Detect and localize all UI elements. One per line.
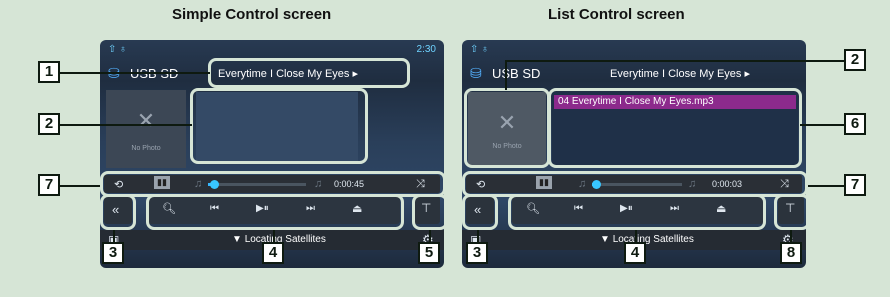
highlight-album-art bbox=[464, 88, 550, 168]
callout-4: 4 bbox=[262, 242, 284, 264]
highlight-text-scroll bbox=[774, 194, 810, 230]
simple-control-heading: Simple Control screen bbox=[172, 6, 332, 23]
source-label[interactable]: USB SD bbox=[492, 66, 540, 81]
callout-7: 7 bbox=[38, 174, 60, 196]
highlight-file-list bbox=[548, 88, 802, 168]
leader-line bbox=[505, 60, 845, 62]
leader-line bbox=[635, 230, 637, 242]
leader-line bbox=[477, 230, 479, 242]
highlight-collapse bbox=[462, 194, 498, 230]
album-art: ✕ No Photo bbox=[106, 90, 186, 168]
callout-1: 1 bbox=[38, 61, 60, 83]
leader-line bbox=[808, 185, 844, 187]
clock: 2:30 bbox=[416, 44, 436, 55]
callout-7: 7 bbox=[844, 174, 866, 196]
callout-8: 8 bbox=[780, 242, 802, 264]
no-photo-label: No Photo bbox=[131, 145, 161, 152]
leader-line bbox=[429, 230, 431, 242]
callout-2: 2 bbox=[844, 49, 866, 71]
status-bar: ⇧ ♁ 2:30 bbox=[100, 40, 444, 60]
leader-line bbox=[60, 72, 210, 74]
leader-line bbox=[113, 230, 115, 242]
highlight-transport bbox=[508, 194, 766, 230]
callout-5: 5 bbox=[418, 242, 440, 264]
callout-6: 6 bbox=[844, 113, 866, 135]
callout-3: 3 bbox=[102, 242, 124, 264]
highlight-transport bbox=[146, 194, 404, 230]
highlight-info-area bbox=[190, 88, 368, 164]
usb-icon: ⛁ bbox=[470, 65, 482, 81]
callout-4: 4 bbox=[624, 242, 646, 264]
status-bar: ⇧ ♁ bbox=[462, 40, 806, 60]
highlight-collapse bbox=[100, 194, 136, 230]
track-title[interactable]: Everytime I Close My Eyes ▸ bbox=[610, 67, 750, 80]
highlight-text-scroll bbox=[412, 194, 448, 230]
status-icons: ⇧ ♁ bbox=[108, 44, 127, 55]
leader-line bbox=[60, 124, 192, 126]
highlight-track-title bbox=[208, 58, 410, 88]
nav-status: ▼ Locating Satellites bbox=[600, 234, 694, 245]
no-photo-icon: ✕ bbox=[136, 108, 156, 133]
leader-line bbox=[790, 230, 792, 242]
list-control-heading: List Control screen bbox=[548, 6, 685, 23]
source-row: ⛁ USB SD Everytime I Close My Eyes ▸ bbox=[462, 62, 806, 84]
callout-2: 2 bbox=[38, 113, 60, 135]
leader-line bbox=[505, 62, 507, 90]
leader-line bbox=[800, 124, 844, 126]
leader-line bbox=[60, 185, 100, 187]
leader-line bbox=[273, 230, 275, 242]
status-icons: ⇧ ♁ bbox=[470, 44, 489, 55]
callout-3: 3 bbox=[466, 242, 488, 264]
